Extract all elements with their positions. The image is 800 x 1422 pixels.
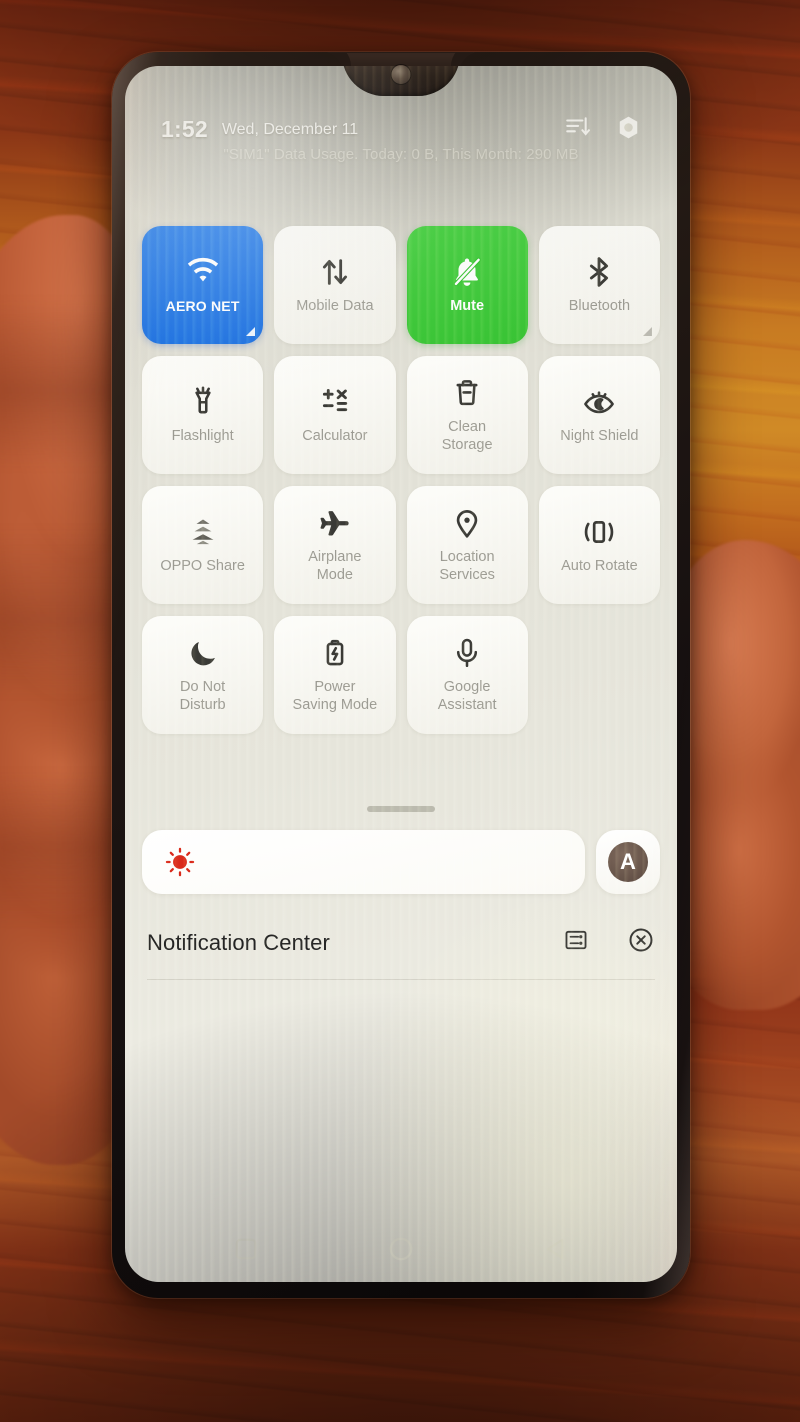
- trash-clean-icon: [450, 376, 484, 410]
- qs-tile-power-saving-mode[interactable]: Power Saving Mode: [274, 616, 396, 734]
- qs-tile-label: Mobile Data: [296, 297, 374, 314]
- qs-tile-label: Mute: [450, 297, 485, 314]
- brightness-row: A: [142, 830, 660, 894]
- notification-settings-icon[interactable]: [563, 927, 589, 958]
- qs-tile-label: Flashlight: [171, 427, 234, 444]
- qs-tile-label: Power Saving Mode: [292, 679, 378, 713]
- location-pin-icon: [450, 506, 484, 540]
- flashlight-icon: [186, 385, 220, 419]
- notification-center-header: Notification Center: [147, 926, 655, 980]
- qs-tile-do-not-disturb[interactable]: Do Not Disturb: [142, 616, 264, 734]
- notification-center-actions: [563, 926, 655, 959]
- qs-tile-mobile-data[interactable]: Mobile Data: [274, 226, 396, 344]
- phone-device: 1:52 Wed, December 11 "SIM1" Data Usage.…: [112, 52, 690, 1298]
- photo-scene: 1:52 Wed, December 11 "SIM1" Data Usage.…: [0, 0, 800, 1422]
- quick-settings-grid: AERO NET Mobile Data Mute Bluetooth Flas…: [142, 226, 660, 734]
- earpiece-speaker: [326, 52, 476, 53]
- qs-tile-label: Auto Rotate: [561, 557, 638, 574]
- clear-all-notifications-icon[interactable]: [627, 926, 655, 959]
- oppo-share-icon: [186, 515, 220, 549]
- status-bar-time: 1:52: [161, 116, 208, 142]
- qs-tile-night-shield[interactable]: Night Shield: [538, 356, 660, 474]
- qs-tile-label: Do Not Disturb: [179, 679, 226, 713]
- qs-tile-label: Calculator: [302, 427, 368, 444]
- back-button[interactable]: [539, 1232, 573, 1266]
- brightness-slider[interactable]: [142, 830, 585, 894]
- qs-tile-google-assistant[interactable]: Google Assistant: [406, 616, 528, 734]
- bluetooth-icon: [582, 255, 616, 289]
- mobile-data-icon: [318, 255, 352, 289]
- qs-tile-label: Airplane Mode: [308, 549, 362, 583]
- qs-tile-wifi[interactable]: AERO NET: [142, 226, 264, 344]
- wifi-icon: [186, 255, 220, 289]
- sort-order-icon[interactable]: [564, 114, 590, 145]
- airplane-icon: [318, 506, 352, 540]
- qs-tile-label: Night Shield: [560, 427, 639, 444]
- qs-tile-label: Clean Storage: [441, 419, 493, 453]
- tile-expand-badge[interactable]: [246, 327, 256, 336]
- status-bar-date: Wed, December 11: [221, 120, 359, 138]
- night-shield-eye-icon: [582, 385, 616, 419]
- moon-icon: [186, 636, 220, 670]
- tile-expand-badge[interactable]: [643, 327, 652, 336]
- qs-tile-location-services[interactable]: Location Services: [406, 486, 528, 604]
- qs-tile-clean-storage[interactable]: Clean Storage: [406, 356, 528, 474]
- qs-tile-bluetooth[interactable]: Bluetooth: [538, 226, 660, 344]
- front-camera: [391, 65, 411, 84]
- phone-screen: 1:52 Wed, December 11 "SIM1" Data Usage.…: [125, 66, 677, 1282]
- microphone-icon: [450, 636, 484, 670]
- qs-tile-empty-slot: [539, 616, 660, 734]
- brightness-sun-icon: [164, 846, 196, 878]
- data-usage-text: "SIM1" Data Usage. Today: 0 B, This Mont…: [223, 146, 579, 163]
- auto-rotate-icon: [582, 515, 616, 549]
- qs-tile-flashlight[interactable]: Flashlight: [142, 356, 264, 474]
- status-bar: 1:52 Wed, December 11: [125, 114, 677, 145]
- qs-tile-oppo-share[interactable]: OPPO Share: [142, 486, 264, 604]
- auto-brightness-toggle[interactable]: A: [596, 830, 660, 894]
- qs-tile-calculator[interactable]: Calculator: [274, 356, 396, 474]
- recents-button[interactable]: [229, 1232, 263, 1266]
- notification-center-title: Notification Center: [147, 929, 330, 955]
- calculator-icon: [318, 385, 352, 419]
- qs-tile-label: OPPO Share: [160, 557, 245, 574]
- qs-tile-mute[interactable]: Mute: [406, 226, 528, 344]
- qs-tile-label: Bluetooth: [568, 297, 631, 314]
- qs-tile-label: AERO NET: [165, 298, 240, 315]
- home-button[interactable]: [384, 1232, 418, 1266]
- auto-brightness-label: A: [608, 842, 648, 882]
- status-bar-icons: [564, 114, 641, 145]
- qs-tile-label: Google Assistant: [437, 679, 497, 713]
- qs-tile-airplane-mode[interactable]: Airplane Mode: [274, 486, 396, 604]
- qs-tile-auto-rotate[interactable]: Auto Rotate: [538, 486, 660, 604]
- qs-tile-label: Location Services: [439, 549, 495, 583]
- navigation-bar: [125, 1232, 677, 1266]
- battery-bolt-icon: [318, 636, 352, 670]
- panel-drag-handle[interactable]: [367, 806, 435, 812]
- bell-muted-icon: [450, 255, 484, 289]
- settings-gear-icon[interactable]: [616, 115, 641, 145]
